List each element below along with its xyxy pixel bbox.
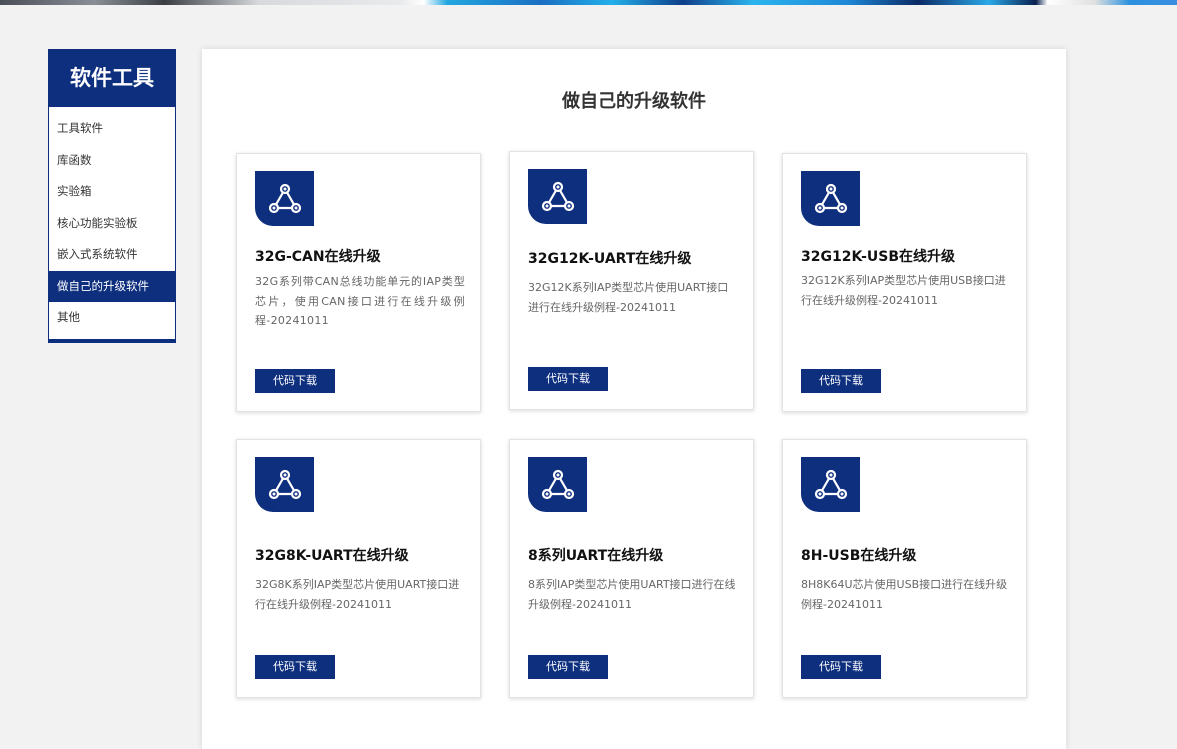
sidebar-item-tool-software[interactable]: 工具软件 <box>49 113 175 145</box>
sidebar-item-other[interactable]: 其他 <box>49 302 175 334</box>
card-description: 32G12K系列IAP类型芯片使用UART接口进行在线升级例程-20241011 <box>528 281 729 314</box>
code-download-button[interactable]: 代码下载 <box>528 655 608 679</box>
top-banner-image <box>0 0 1177 5</box>
sidebar-item-embedded-system-software[interactable]: 嵌入式系统软件 <box>49 239 175 271</box>
share-nodes-icon <box>528 169 587 224</box>
code-download-button[interactable]: 代码下载 <box>528 367 608 391</box>
main-panel: 做自己的升级软件 32G-CAN在线升级 32G系列带CAN总线功能单元的IAP… <box>202 49 1066 749</box>
card-title: 32G12K-UART在线升级 <box>528 251 692 267</box>
card-title: 32G-CAN在线升级 <box>255 249 381 265</box>
software-card: 32G12K-USB在线升级 32G12K系列IAP类型芯片使用USB接口进行在… <box>782 153 1027 412</box>
sidebar-item-library-functions[interactable]: 库函数 <box>49 145 175 177</box>
software-card: 32G12K-UART在线升级 32G12K系列IAP类型芯片使用UART接口进… <box>509 151 754 410</box>
card-description: 32G12K系列IAP类型芯片使用USB接口进行在线升级例程-20241011 <box>801 274 1006 307</box>
share-nodes-icon <box>801 457 860 512</box>
card-description: 32G系列带CAN总线功能单元的IAP类型芯片，使用CAN接口进行在线升级例程-… <box>255 275 465 327</box>
code-download-button[interactable]: 代码下载 <box>801 655 881 679</box>
card-title: 32G12K-USB在线升级 <box>801 249 956 265</box>
sidebar-item-experiment-box[interactable]: 实验箱 <box>49 176 175 208</box>
sidebar: 软件工具 工具软件 库函数 实验箱 核心功能实验板 嵌入式系统软件 做自己的升级… <box>48 49 176 343</box>
software-card: 8系列UART在线升级 8系列IAP类型芯片使用UART接口进行在线升级例程-2… <box>509 439 754 698</box>
sidebar-menu: 工具软件 库函数 实验箱 核心功能实验板 嵌入式系统软件 做自己的升级软件 其他 <box>49 107 175 334</box>
card-description: 32G8K系列IAP类型芯片使用UART接口进行在线升级例程-20241011 <box>255 578 460 611</box>
page-title: 做自己的升级软件 <box>562 91 706 112</box>
share-nodes-icon <box>255 171 314 226</box>
code-download-button[interactable]: 代码下载 <box>255 655 335 679</box>
sidebar-title: 软件工具 <box>49 50 175 107</box>
card-title: 8系列UART在线升级 <box>528 548 664 564</box>
share-nodes-icon <box>801 171 860 226</box>
code-download-button[interactable]: 代码下载 <box>255 369 335 393</box>
software-card: 32G-CAN在线升级 32G系列带CAN总线功能单元的IAP类型芯片，使用CA… <box>236 153 481 412</box>
card-title: 8H-USB在线升级 <box>801 548 917 564</box>
share-nodes-icon <box>255 457 314 512</box>
sidebar-item-upgrade-software[interactable]: 做自己的升级软件 <box>49 270 175 302</box>
card-description: 8系列IAP类型芯片使用UART接口进行在线升级例程-20241011 <box>528 578 736 611</box>
card-description: 8H8K64U芯片使用USB接口进行在线升级例程-20241011 <box>801 578 1008 611</box>
software-card: 32G8K-UART在线升级 32G8K系列IAP类型芯片使用UART接口进行在… <box>236 439 481 698</box>
software-card: 8H-USB在线升级 8H8K64U芯片使用USB接口进行在线升级例程-2024… <box>782 439 1027 698</box>
sidebar-item-core-function-board[interactable]: 核心功能实验板 <box>49 208 175 240</box>
card-title: 32G8K-UART在线升级 <box>255 548 409 564</box>
code-download-button[interactable]: 代码下载 <box>801 369 881 393</box>
share-nodes-icon <box>528 457 587 512</box>
